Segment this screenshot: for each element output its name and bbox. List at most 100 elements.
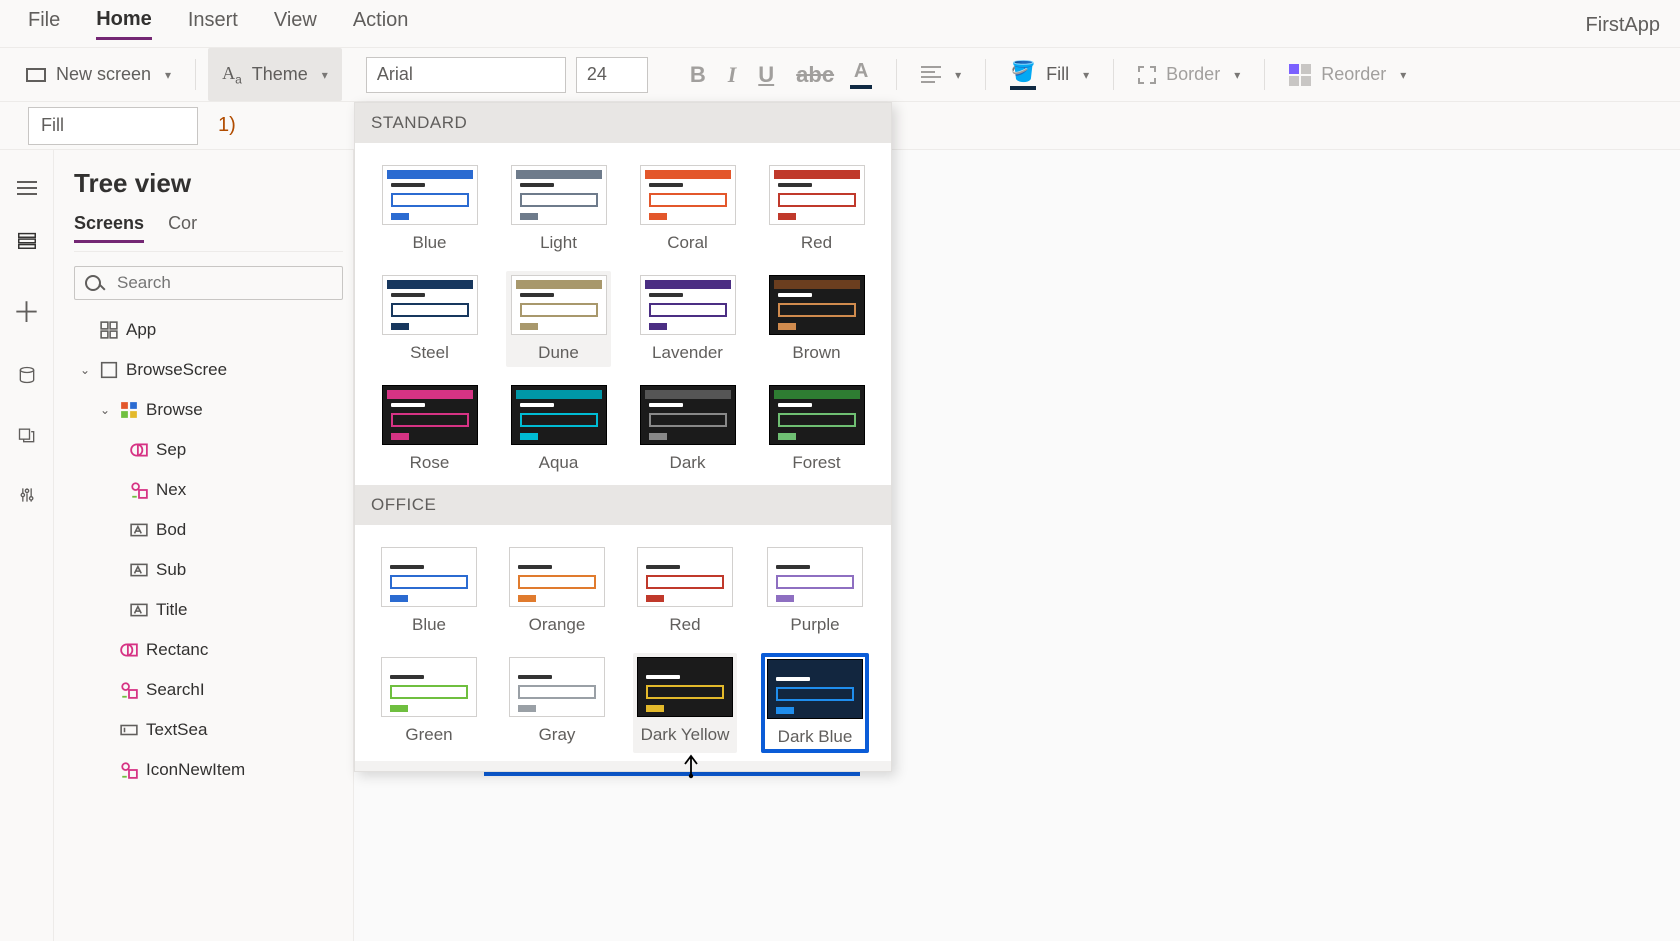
theme-option-lavender[interactable]: Lavender xyxy=(635,271,740,367)
node-icon xyxy=(130,601,148,619)
theme-option-forest[interactable]: Forest xyxy=(764,381,869,477)
tree-node[interactable]: Sub xyxy=(74,550,353,590)
theme-swatch xyxy=(511,385,607,445)
border-button[interactable]: Border ▾ xyxy=(1126,48,1252,101)
theme-option-blue[interactable]: Blue xyxy=(377,161,482,257)
fill-label: Fill xyxy=(1046,64,1069,85)
theme-option-red[interactable]: Red xyxy=(764,161,869,257)
theme-swatch xyxy=(767,659,863,719)
tools-icon[interactable] xyxy=(17,485,37,511)
theme-option-purple[interactable]: Purple xyxy=(761,543,869,639)
theme-option-orange[interactable]: Orange xyxy=(505,543,609,639)
theme-option-green[interactable]: Green xyxy=(377,653,481,753)
menu-insert[interactable]: Insert xyxy=(188,9,238,38)
theme-swatch xyxy=(381,547,477,607)
menu-action[interactable]: Action xyxy=(353,9,409,38)
theme-option-red[interactable]: Red xyxy=(633,543,737,639)
tree-node[interactable]: Rectanc xyxy=(74,630,353,670)
reorder-button[interactable]: Reorder ▾ xyxy=(1277,48,1418,101)
property-label: Fill xyxy=(41,115,64,136)
font-color-button[interactable]: A xyxy=(850,60,872,89)
theme-swatch xyxy=(382,165,478,225)
theme-label: Blue xyxy=(412,233,446,253)
tree-node[interactable]: Title xyxy=(74,590,353,630)
theme-option-dark[interactable]: Dark xyxy=(635,381,740,477)
underline-button[interactable]: U xyxy=(752,62,780,88)
new-screen-button[interactable]: New screen ▾ xyxy=(14,48,183,101)
chevron-down-icon: ▾ xyxy=(1234,68,1240,82)
insert-icon[interactable]: ＋ xyxy=(12,291,40,331)
align-group[interactable]: ▾ xyxy=(909,48,973,101)
border-label: Border xyxy=(1166,64,1220,85)
theme-option-rose[interactable]: Rose xyxy=(377,381,482,477)
node-label: BrowseScree xyxy=(126,360,227,380)
theme-label: Dark Blue xyxy=(778,727,853,747)
theme-swatch xyxy=(640,385,736,445)
theme-swatch xyxy=(381,657,477,717)
app-name: FirstApp xyxy=(1586,14,1660,37)
data-icon[interactable] xyxy=(17,365,37,391)
tree-node[interactable]: Sep xyxy=(74,430,353,470)
formula-text[interactable]: 1) xyxy=(198,114,236,137)
italic-button[interactable]: I xyxy=(722,62,743,88)
theme-option-dark-blue[interactable]: Dark Blue xyxy=(761,653,869,753)
theme-option-blue[interactable]: Blue xyxy=(377,543,481,639)
node-icon xyxy=(130,441,148,459)
chevron-down-icon: ▾ xyxy=(165,68,171,82)
divider xyxy=(1113,59,1114,91)
menu-file[interactable]: File xyxy=(28,9,60,38)
tree-node[interactable]: IconNewItem xyxy=(74,750,353,790)
bold-button[interactable]: B xyxy=(684,62,712,88)
theme-label: Dark xyxy=(670,453,706,473)
theme-option-dune[interactable]: Dune xyxy=(506,271,611,367)
node-icon xyxy=(120,681,138,699)
theme-option-light[interactable]: Light xyxy=(506,161,611,257)
media-icon[interactable] xyxy=(17,425,37,451)
theme-label: Red xyxy=(669,615,700,635)
tree-node[interactable]: Nex xyxy=(74,470,353,510)
theme-label: Coral xyxy=(667,233,708,253)
hamburger-icon[interactable] xyxy=(17,166,37,195)
theme-option-steel[interactable]: Steel xyxy=(377,271,482,367)
theme-option-gray[interactable]: Gray xyxy=(505,653,609,753)
theme-button[interactable]: Aa Theme ▾ xyxy=(208,48,342,101)
theme-label: Purple xyxy=(790,615,839,635)
tree-search-input[interactable] xyxy=(117,273,338,293)
divider xyxy=(985,59,986,91)
theme-option-brown[interactable]: Brown xyxy=(764,271,869,367)
font-size-input[interactable] xyxy=(576,57,648,93)
theme-section-header: OFFICE xyxy=(355,485,891,525)
tree-node[interactable]: Bod xyxy=(74,510,353,550)
tree-node[interactable]: ⌄Browse xyxy=(74,390,353,430)
screen-icon xyxy=(26,68,46,82)
reorder-label: Reorder xyxy=(1321,64,1386,85)
theme-option-dark-yellow[interactable]: Dark Yellow xyxy=(633,653,737,753)
theme-dropdown[interactable]: STANDARD Blue Light Coral xyxy=(354,102,892,772)
node-icon xyxy=(130,521,148,539)
theme-label: Theme xyxy=(252,64,308,85)
tree-view-icon[interactable] xyxy=(16,229,38,257)
tree-node[interactable]: ⌄BrowseScree xyxy=(74,350,353,390)
tree-node[interactable]: TextSea xyxy=(74,710,353,750)
tab-components[interactable]: Cor xyxy=(168,213,197,243)
theme-swatch xyxy=(767,547,863,607)
tree-search[interactable] xyxy=(74,266,343,300)
node-icon xyxy=(120,401,138,419)
node-icon xyxy=(130,481,148,499)
theme-swatch xyxy=(637,547,733,607)
menu-home[interactable]: Home xyxy=(96,8,152,40)
fill-button[interactable]: 🪣 Fill ▾ xyxy=(998,48,1101,101)
theme-label: Dune xyxy=(538,343,579,363)
theme-swatch xyxy=(640,165,736,225)
tree-node[interactable]: App xyxy=(74,310,353,350)
tab-screens[interactable]: Screens xyxy=(74,213,144,243)
theme-option-aqua[interactable]: Aqua xyxy=(506,381,611,477)
property-selector[interactable]: Fill xyxy=(28,107,198,145)
node-label: App xyxy=(126,320,156,340)
tree-node[interactable]: SearchI xyxy=(74,670,353,710)
theme-label: Steel xyxy=(410,343,449,363)
menu-view[interactable]: View xyxy=(274,9,317,38)
font-name-input[interactable] xyxy=(366,57,566,93)
theme-option-coral[interactable]: Coral xyxy=(635,161,740,257)
strike-button[interactable]: abc xyxy=(790,62,840,88)
